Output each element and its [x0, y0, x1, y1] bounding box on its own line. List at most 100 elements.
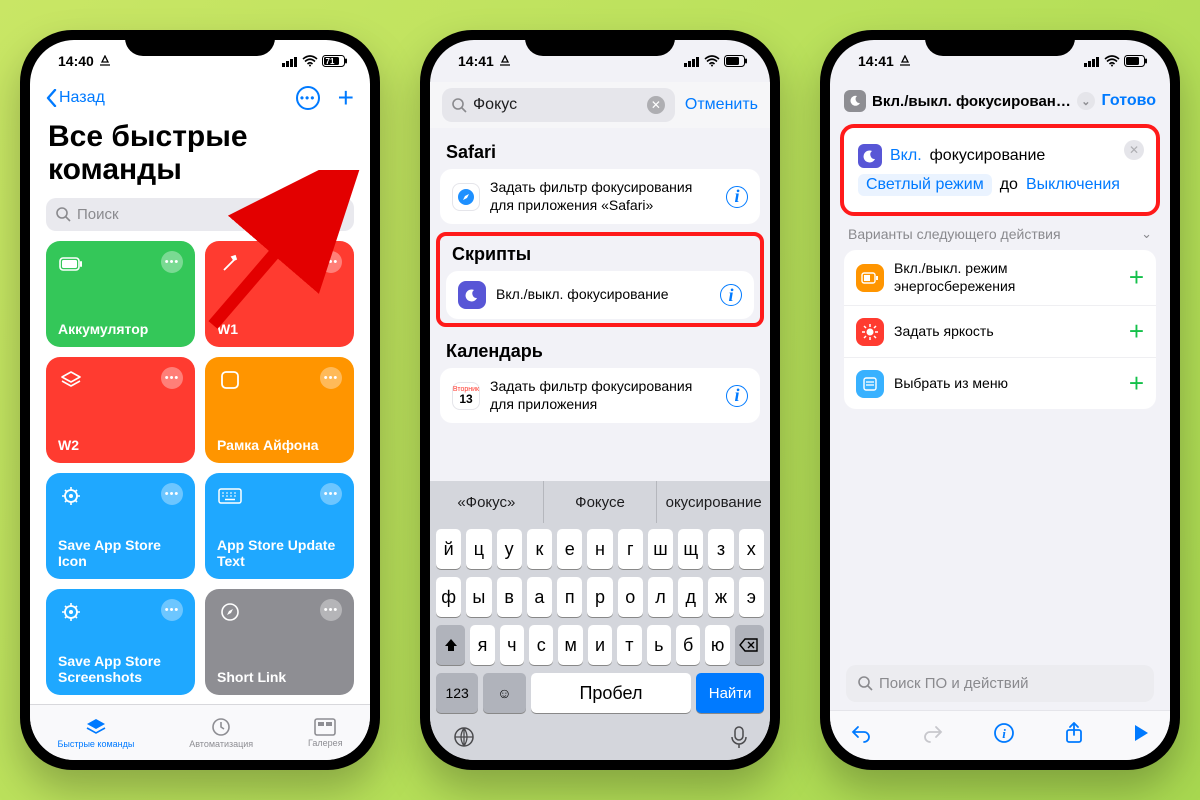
- key-п[interactable]: п: [557, 577, 582, 617]
- action-block[interactable]: ✕ Вкл. фокусирование Светлый режим до Вы…: [840, 124, 1160, 216]
- info-icon[interactable]: i: [726, 385, 748, 407]
- key-и[interactable]: и: [588, 625, 612, 665]
- key-х[interactable]: х: [739, 529, 764, 569]
- key-й[interactable]: й: [436, 529, 461, 569]
- action-calendar-filter[interactable]: Вторник13 Задать фильтр фокусирования дл…: [440, 368, 760, 423]
- remove-action-button[interactable]: ✕: [1124, 140, 1144, 160]
- key-ю[interactable]: ю: [705, 625, 729, 665]
- key-б[interactable]: б: [676, 625, 700, 665]
- shift-key[interactable]: [436, 625, 465, 665]
- key-ч[interactable]: ч: [500, 625, 524, 665]
- key-у[interactable]: у: [497, 529, 522, 569]
- clear-search-button[interactable]: ✕: [647, 96, 665, 114]
- share-button[interactable]: [1065, 722, 1083, 749]
- add-icon[interactable]: +: [1129, 368, 1144, 399]
- key-т[interactable]: т: [617, 625, 641, 665]
- tile-menu-icon[interactable]: •••: [161, 367, 183, 389]
- add-icon[interactable]: +: [1129, 262, 1144, 293]
- tile-menu-icon[interactable]: •••: [161, 483, 183, 505]
- key-о[interactable]: о: [618, 577, 643, 617]
- search-field[interactable]: Фокус ✕: [442, 88, 675, 122]
- tile-menu-icon[interactable]: •••: [161, 599, 183, 621]
- moon-icon: [458, 281, 486, 309]
- tab-automation[interactable]: Автоматизация: [189, 717, 253, 749]
- key-м[interactable]: м: [558, 625, 582, 665]
- tile-menu-icon[interactable]: •••: [320, 367, 342, 389]
- backspace-key[interactable]: [735, 625, 764, 665]
- tile-menu-icon[interactable]: •••: [320, 483, 342, 505]
- mic-key[interactable]: [730, 725, 748, 754]
- numbers-key[interactable]: 123: [436, 673, 478, 713]
- key-р[interactable]: р: [587, 577, 612, 617]
- space-key[interactable]: Пробел: [531, 673, 692, 713]
- action-toggle-focus[interactable]: Вкл./выкл. фокусирование i: [446, 271, 754, 319]
- key-а[interactable]: а: [527, 577, 552, 617]
- tile-save-icon[interactable]: ••• Save App Store Icon: [46, 473, 195, 579]
- find-key[interactable]: Найти: [696, 673, 764, 713]
- more-options-button[interactable]: •••: [296, 86, 320, 110]
- key-в[interactable]: в: [497, 577, 522, 617]
- tile-screenshots[interactable]: ••• Save App Store Screenshots: [46, 589, 195, 695]
- tile-w2[interactable]: ••• W2: [46, 357, 195, 463]
- key-щ[interactable]: щ: [678, 529, 703, 569]
- tile-update-text[interactable]: ••• App Store Update Text: [205, 473, 354, 579]
- key-ш[interactable]: ш: [648, 529, 673, 569]
- tile-menu-icon[interactable]: •••: [320, 599, 342, 621]
- key-э[interactable]: э: [739, 577, 764, 617]
- key-н[interactable]: н: [587, 529, 612, 569]
- key-л[interactable]: л: [648, 577, 673, 617]
- editor-toolbar: i: [830, 710, 1170, 760]
- token-toggle[interactable]: Вкл.: [890, 147, 922, 165]
- shortcut-title[interactable]: Вкл./выкл. фокусирован… ⌄: [844, 90, 1095, 112]
- key-г[interactable]: г: [618, 529, 643, 569]
- info-icon[interactable]: i: [720, 284, 742, 306]
- suggestions-header[interactable]: Варианты следующего действия ⌄: [830, 226, 1170, 250]
- actions-search-input[interactable]: Поиск ПО и действий: [846, 665, 1154, 702]
- add-icon[interactable]: +: [1129, 316, 1144, 347]
- tile-shortlink[interactable]: ••• Short Link: [205, 589, 354, 695]
- run-button[interactable]: [1132, 723, 1150, 748]
- back-button[interactable]: Назад: [46, 89, 105, 107]
- token-off[interactable]: Выключения: [1026, 176, 1120, 194]
- suggestion-3[interactable]: окусирование: [657, 481, 770, 523]
- suggestion-low-power[interactable]: Вкл./выкл. режим энергосбережения +: [844, 250, 1156, 306]
- suggestion-brightness[interactable]: Задать яркость +: [844, 306, 1156, 358]
- key-к[interactable]: к: [527, 529, 552, 569]
- done-button[interactable]: Готово: [1102, 92, 1156, 110]
- search-input[interactable]: Поиск: [46, 198, 354, 231]
- key-я[interactable]: я: [470, 625, 494, 665]
- tile-menu-icon[interactable]: •••: [161, 251, 183, 273]
- add-shortcut-button[interactable]: +: [338, 86, 354, 110]
- notch: [125, 30, 275, 56]
- info-button[interactable]: i: [993, 722, 1015, 749]
- redo-button: [922, 723, 944, 748]
- suggestion-choose-menu[interactable]: Выбрать из меню +: [844, 358, 1156, 409]
- undo-button[interactable]: [850, 723, 872, 748]
- token-mode[interactable]: Светлый режим: [858, 174, 992, 196]
- tab-shortcuts[interactable]: Быстрые команды: [57, 717, 134, 749]
- tile-w1[interactable]: ••• W1: [205, 241, 354, 347]
- suggestion-1[interactable]: «Фокус»: [430, 481, 544, 523]
- section-calendar-label: Календарь: [430, 327, 770, 368]
- tile-frame[interactable]: ••• Рамка Айфона: [205, 357, 354, 463]
- key-ь[interactable]: ь: [647, 625, 671, 665]
- battery-icon: [58, 251, 84, 277]
- suggestion-2[interactable]: Фокусе: [544, 481, 658, 523]
- tab-gallery[interactable]: Галерея: [308, 718, 343, 748]
- emoji-key[interactable]: ☺: [483, 673, 525, 713]
- key-з[interactable]: з: [708, 529, 733, 569]
- key-ф[interactable]: ф: [436, 577, 461, 617]
- key-д[interactable]: д: [678, 577, 703, 617]
- info-icon[interactable]: i: [726, 186, 748, 208]
- tile-menu-icon[interactable]: •••: [320, 251, 342, 273]
- globe-key[interactable]: [452, 725, 476, 754]
- chevron-down-icon[interactable]: ⌄: [1077, 92, 1095, 110]
- cancel-button[interactable]: Отменить: [685, 96, 758, 114]
- key-е[interactable]: е: [557, 529, 582, 569]
- key-ц[interactable]: ц: [466, 529, 491, 569]
- key-ы[interactable]: ы: [466, 577, 491, 617]
- tile-battery[interactable]: ••• Аккумулятор: [46, 241, 195, 347]
- key-ж[interactable]: ж: [708, 577, 733, 617]
- key-с[interactable]: с: [529, 625, 553, 665]
- action-safari-filter[interactable]: Задать фильтр фокусирования для приложен…: [440, 169, 760, 224]
